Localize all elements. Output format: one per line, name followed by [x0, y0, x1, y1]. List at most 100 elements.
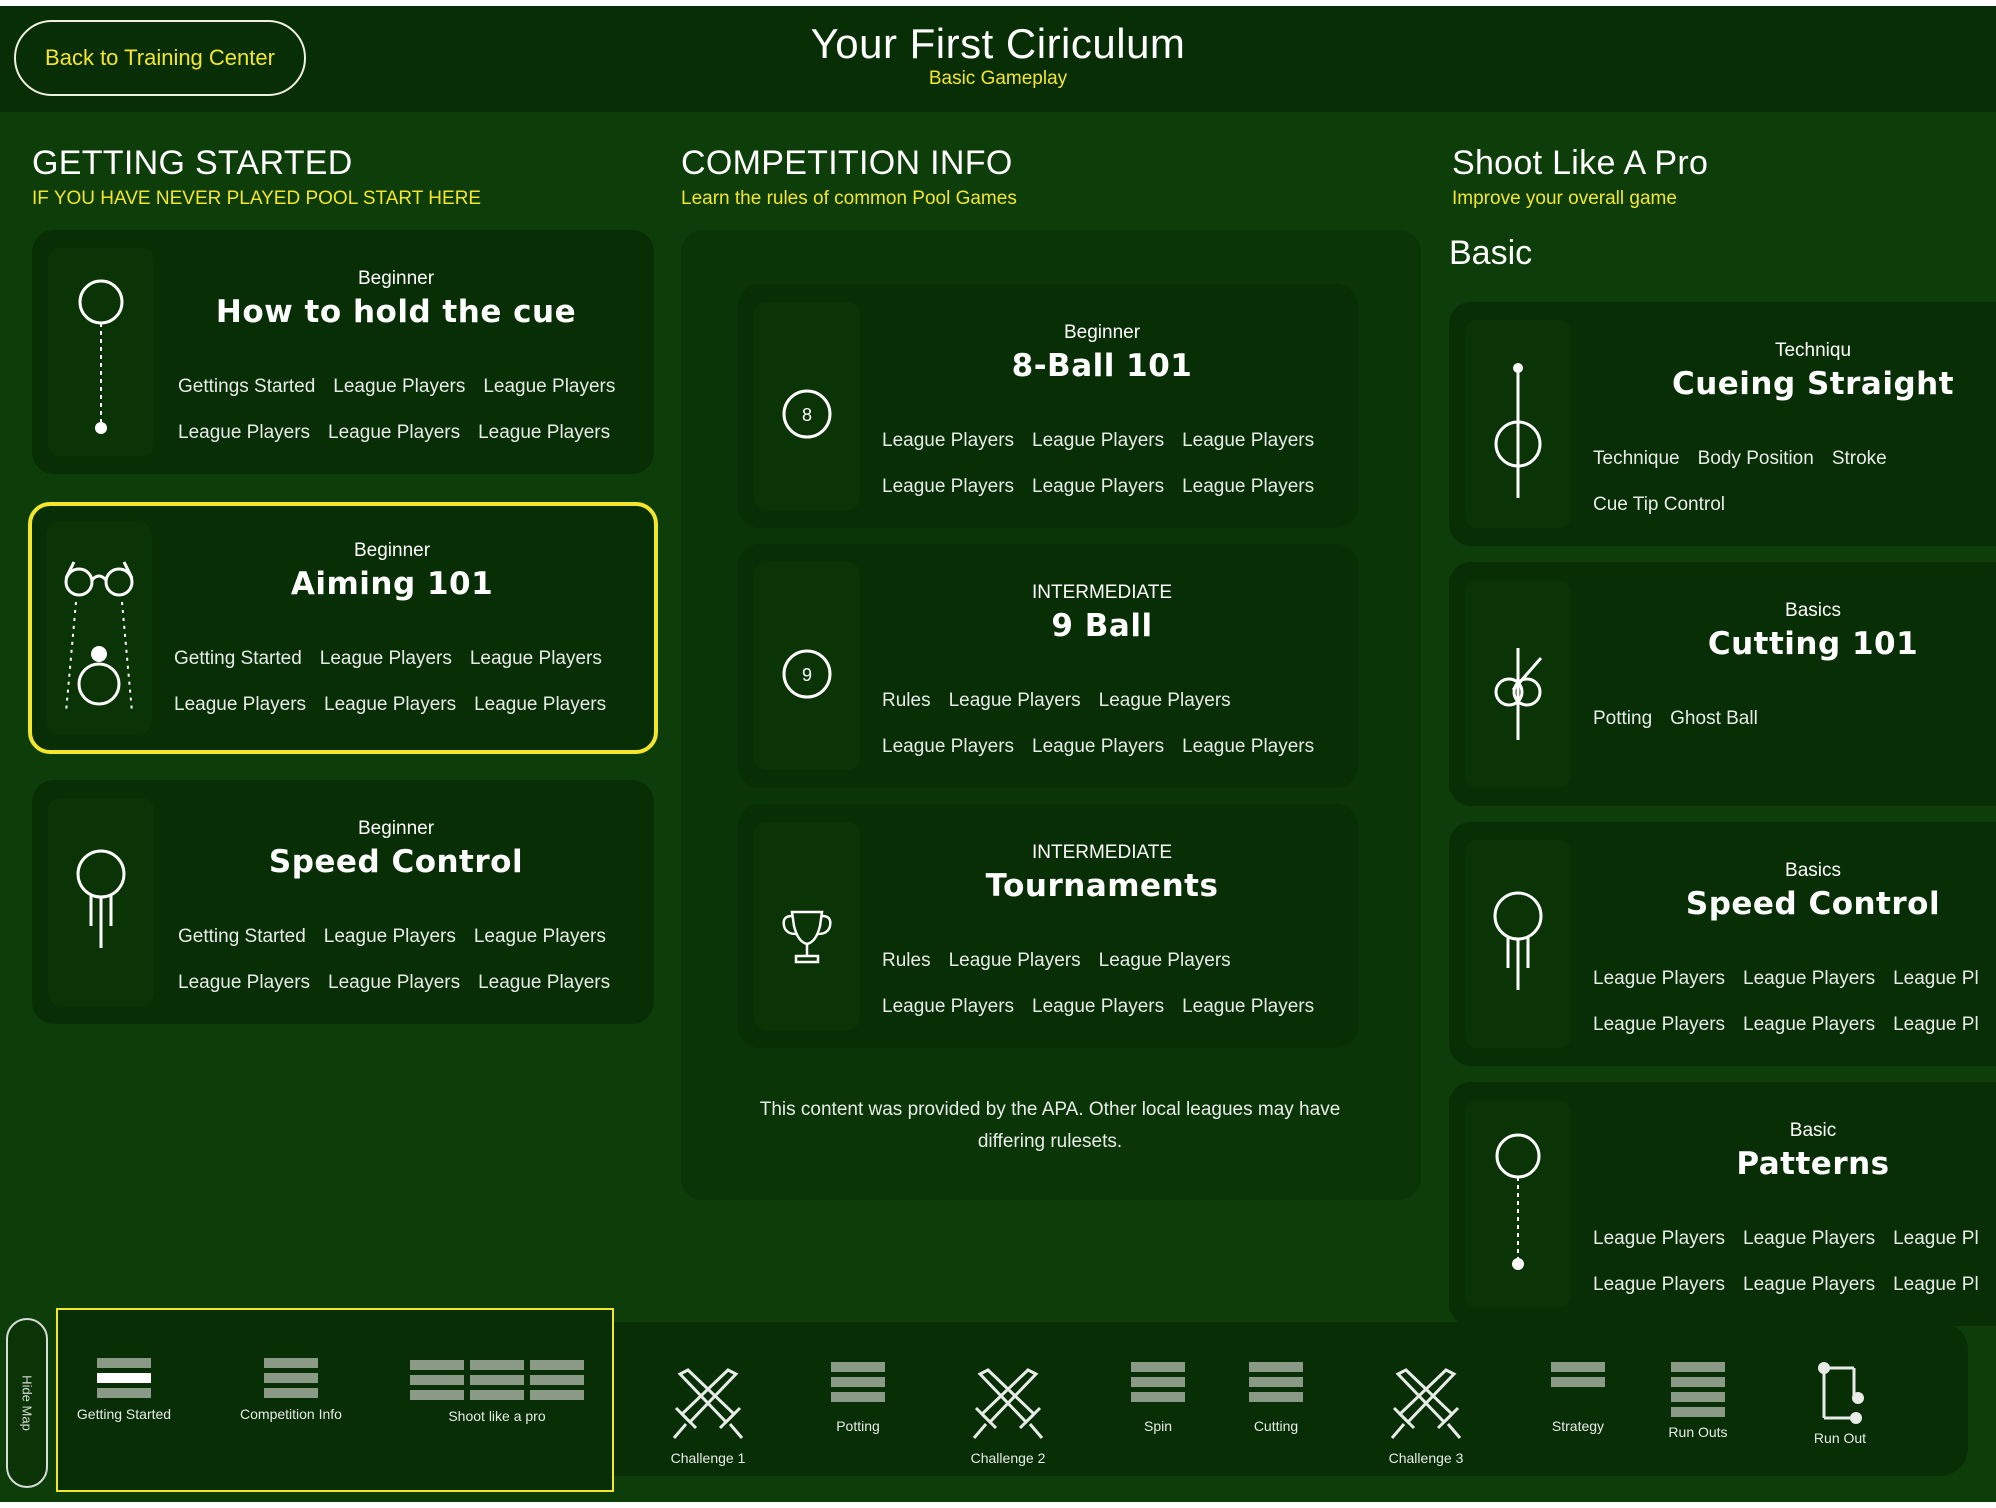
- lesson-card-cutting-101[interactable]: Basics Cutting 101 Potting Ghost Ball: [1449, 562, 1996, 806]
- card-level: Techniqu: [1774, 340, 1852, 361]
- stack-icon: [1249, 1362, 1303, 1402]
- tag: League Players: [478, 422, 611, 443]
- nine-ball-icon: 9: [782, 649, 832, 699]
- lesson-card-cueing-straight[interactable]: Techniqu Cueing Straight Technique Body …: [1449, 302, 1996, 546]
- tag: Rules: [882, 950, 931, 971]
- tag: League Players: [1182, 996, 1315, 1017]
- tag: League Players: [882, 476, 1015, 497]
- tag: League Players: [1593, 1014, 1726, 1035]
- card-title: Patterns: [1736, 1146, 1890, 1182]
- shoot-like-pro-heading: Shoot Like A Pro: [1452, 144, 1709, 182]
- eight-ball-icon: 8: [782, 389, 832, 439]
- map-item-strategy[interactable]: Strategy: [1528, 1360, 1628, 1434]
- map-item-label: Challenge 1: [670, 1450, 746, 1466]
- hide-map-label: Hide Map: [19, 1375, 35, 1431]
- lesson-card-speed-control-pro[interactable]: Basics Speed Control League Players Leag…: [1449, 822, 1996, 1066]
- tag: Getting Started: [174, 648, 302, 669]
- map-item-run-outs[interactable]: Run Outs: [1648, 1360, 1748, 1440]
- tag-list: League Players League Players League Pla…: [882, 430, 1352, 498]
- tag: League Players: [473, 926, 606, 947]
- run-out-icon: [1818, 1362, 1864, 1424]
- tag-list: Technique Body Position Stroke Cue Tip C…: [1593, 448, 1913, 516]
- map-item-run-out[interactable]: Run Out: [1790, 1360, 1890, 1446]
- lesson-card-patterns[interactable]: Basic Patterns League Players League Pla…: [1449, 1082, 1996, 1326]
- map-item-label: Spin: [1143, 1418, 1173, 1434]
- lesson-card-tournaments[interactable]: INTERMEDIATE Tournaments Rules League Pl…: [738, 804, 1358, 1048]
- stack-icon: [264, 1358, 318, 1398]
- lesson-card-speed-control[interactable]: Beginner Speed Control Getting Started L…: [32, 780, 654, 1024]
- card-level: Basic: [1789, 1120, 1837, 1141]
- card-title: 8-Ball 101: [1011, 348, 1193, 384]
- map-item-label: Shoot like a pro: [448, 1408, 546, 1424]
- basic-group-heading: Basic: [1449, 234, 1533, 272]
- tag: League Players: [333, 376, 466, 397]
- tag: League Players: [178, 972, 311, 993]
- trophy-icon: [782, 910, 832, 964]
- map-item-cutting[interactable]: Cutting: [1226, 1360, 1326, 1434]
- map-item-challenge-3[interactable]: Challenge 3: [1376, 1366, 1476, 1466]
- tag: League Players: [1032, 430, 1165, 451]
- card-title: How to hold the cue: [215, 294, 577, 330]
- speed-ball-icon: [76, 849, 126, 948]
- tag: League Players: [1032, 476, 1165, 497]
- hide-map-button[interactable]: Hide Map: [6, 1318, 48, 1488]
- tag-list: League Players League Players League Pl …: [1593, 1228, 1996, 1296]
- tag: Body Position: [1697, 448, 1814, 469]
- crossed-swords-icon: [1390, 1368, 1462, 1439]
- lesson-card-8-ball-101[interactable]: 8 Beginner 8-Ball 101 League Players Lea…: [738, 284, 1358, 528]
- svg-text:9: 9: [802, 665, 812, 685]
- map-item-label: Potting: [836, 1418, 880, 1434]
- tag: League Pl: [1893, 1228, 1979, 1249]
- stack-triple-icon: [410, 1360, 584, 1400]
- tag: Potting: [1593, 708, 1653, 729]
- tag: League Players: [469, 648, 602, 669]
- card-level: Basics: [1785, 860, 1841, 881]
- tag: League Players: [882, 430, 1015, 451]
- lesson-card-9-ball[interactable]: 9 INTERMEDIATE 9 Ball Rules League Playe…: [738, 544, 1358, 788]
- map-item-challenge-2[interactable]: Challenge 2: [958, 1366, 1058, 1466]
- stack-icon: [1131, 1362, 1185, 1402]
- tag-list: Gettings Started League Players League P…: [178, 376, 648, 444]
- tag: Ghost Ball: [1670, 708, 1758, 729]
- lesson-card-aiming-101[interactable]: Beginner Aiming 101 Getting Started Leag…: [28, 502, 658, 754]
- apa-disclaimer: This content was provided by the APA. Ot…: [759, 1099, 1341, 1152]
- speed-ball-icon: [1493, 891, 1543, 990]
- map-item-potting[interactable]: Potting: [808, 1360, 908, 1434]
- tag: League Pl: [1893, 1274, 1979, 1295]
- card-level: INTERMEDIATE: [1031, 842, 1173, 863]
- map-item-competition-info[interactable]: Competition Info: [231, 1356, 351, 1422]
- card-title: 9 Ball: [1051, 608, 1153, 644]
- tag: League Players: [882, 736, 1015, 757]
- stack-icon: [831, 1362, 885, 1402]
- map-item-label: Strategy: [1551, 1418, 1605, 1434]
- tag: League Pl: [1893, 968, 1979, 989]
- getting-started-heading: GETTING STARTED: [32, 144, 353, 182]
- tag: League Players: [1032, 736, 1165, 757]
- tag: League Players: [1098, 950, 1231, 971]
- map-item-label: Cutting: [1253, 1418, 1299, 1434]
- map-item-label: Challenge 2: [970, 1450, 1046, 1466]
- map-item-getting-started[interactable]: Getting Started: [64, 1356, 184, 1422]
- tag: League Players: [483, 376, 616, 397]
- map-item-shoot-like-a-pro[interactable]: Shoot like a pro: [407, 1358, 587, 1424]
- map-item-challenge-1[interactable]: Challenge 1: [658, 1366, 758, 1466]
- competition-info-heading: COMPETITION INFO: [681, 144, 1013, 182]
- tag: League Players: [323, 926, 456, 947]
- tag-list: Getting Started League Players League Pl…: [174, 648, 644, 716]
- tag: League Players: [1743, 1274, 1876, 1295]
- tag: League Players: [948, 690, 1081, 711]
- cutting-icon: [1494, 648, 1543, 740]
- page-title: Your First Ciriculum: [810, 20, 1186, 67]
- map-item-label: Competition Info: [240, 1406, 342, 1422]
- tag: Gettings Started: [178, 376, 316, 397]
- map-item-label: Getting Started: [76, 1406, 172, 1422]
- tag-list: Rules League Players League Players Leag…: [882, 690, 1352, 758]
- lesson-card-how-to-hold-the-cue[interactable]: Beginner How to hold the cue Gettings St…: [32, 230, 654, 474]
- card-level: Beginner: [1063, 322, 1141, 343]
- patterns-icon: [1495, 1133, 1541, 1270]
- crossed-swords-icon: [672, 1368, 744, 1439]
- tag-list: Potting Ghost Ball: [1593, 708, 1913, 730]
- cueing-straight-icon: [1494, 363, 1542, 498]
- map-item-spin[interactable]: Spin: [1108, 1360, 1208, 1434]
- tag: League Players: [1743, 1228, 1876, 1249]
